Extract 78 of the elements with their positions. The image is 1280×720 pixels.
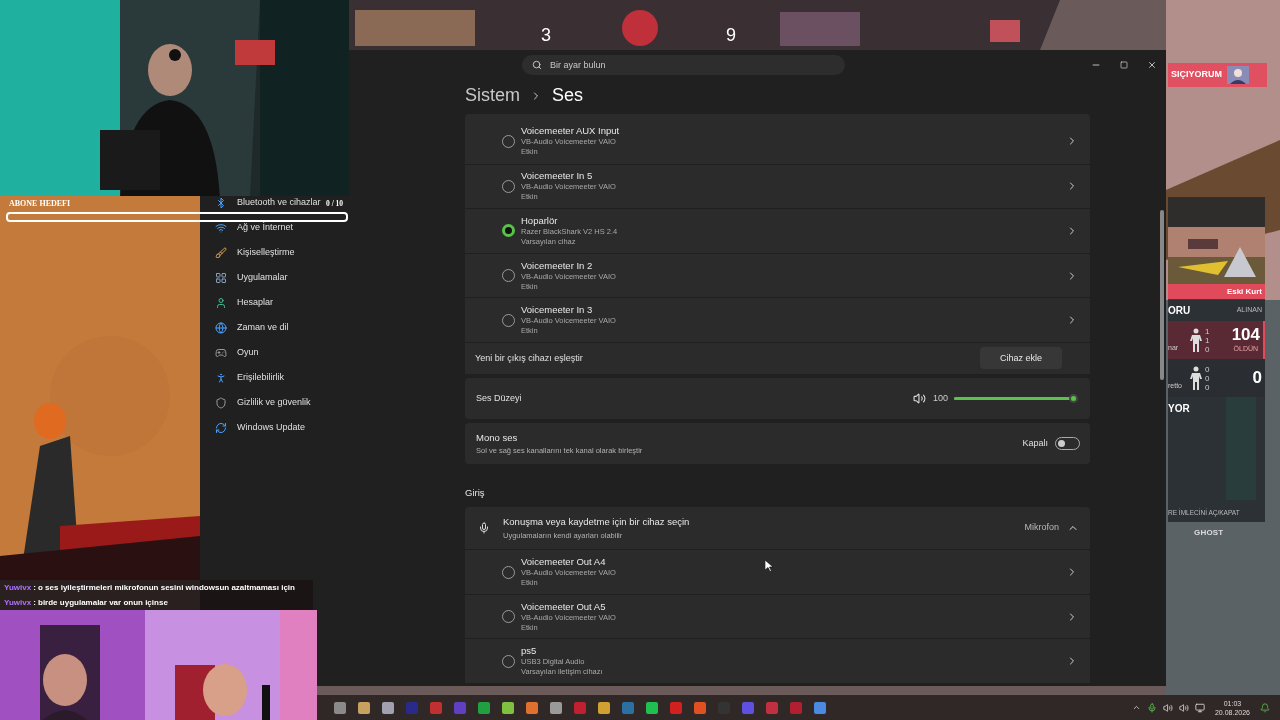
sidebar-item[interactable]: Hesaplar [215,296,274,309]
slider-thumb[interactable] [1069,393,1078,403]
globe-icon [215,321,227,334]
app-icon[interactable] [670,701,682,714]
gamepad-icon [215,346,227,359]
person-icon [215,296,227,309]
refresh-icon [215,421,227,434]
sidebar-item[interactable]: Gizlilik ve güvenlik [215,396,311,409]
device-name: ps5 [521,645,538,658]
volume-slider[interactable] [954,393,1078,404]
display-icon[interactable] [1194,702,1205,713]
maximize-icon [1120,61,1128,69]
speaker-icon [912,391,926,405]
section-heading: Giriş [465,485,486,500]
shield-icon [215,396,227,409]
app-icon[interactable] [478,701,490,714]
sidebar-item[interactable]: Zaman ve dil [215,321,289,334]
scrollbar[interactable] [1160,210,1164,380]
toggle-state-label: Kapalı [1022,436,1048,450]
radio-button[interactable] [502,224,515,238]
app-icon[interactable] [646,701,658,714]
search-icon [532,60,542,70]
app-icon[interactable] [358,701,370,714]
team-score: 9 [726,24,736,47]
app-icon[interactable] [814,701,826,714]
breadcrumb-parent[interactable]: Sistem [465,82,520,109]
brush-icon [215,246,227,259]
accessibility-icon [215,371,227,384]
sidebar-item[interactable]: Bluetooth ve cihazlar [215,196,321,209]
cursor-icon [765,560,773,572]
sidebar-item[interactable]: Ağ ve İnternet [215,221,294,234]
device-name: Voicemeeter AUX Input [521,125,620,138]
app-icon[interactable] [334,701,346,714]
page-title: Ses [552,84,584,107]
device-name: Voicemeeter In 3 [521,304,594,317]
close-icon [1147,60,1157,70]
app-icon[interactable] [382,701,394,714]
chevron-icon[interactable] [1131,703,1141,712]
apps-icon [215,271,227,284]
app-icon[interactable] [502,701,514,714]
volume-label: Ses Düzeyi [476,391,522,405]
setting-title: Mono ses [476,430,519,445]
volume-reading: 100 [932,391,948,405]
sidebar-item[interactable]: Kişiselleştirme [215,246,295,259]
device-name: Hoparlör [521,215,559,227]
chat-message: : o ses iyileştirmeleri mikrofonun sesini windowsun azaltmaması için [33,582,295,594]
wifi-icon [215,221,227,234]
add-device-button[interactable]: Cihaz ekle [980,347,1062,370]
maximize-button[interactable] [1118,59,1130,71]
chat-username: Yuwivx [4,597,32,609]
device-name: Voicemeeter Out A4 [521,556,607,568]
microphone-icon [478,522,490,535]
app-icon[interactable] [550,701,562,714]
sidebar-item[interactable]: Erişilebilirlik [215,371,284,384]
app-icon[interactable] [526,701,538,714]
search-field[interactable]: Bir ayar bulun [522,55,845,75]
device-name: Voicemeeter In 5 [521,170,594,183]
device-name: Voicemeeter Out A5 [521,600,607,613]
speaker-icon[interactable] [1178,702,1189,713]
sidebar-item[interactable]: Oyun [215,346,259,359]
app-icon[interactable] [622,701,634,714]
selected-device-label: Mikrofon [1024,521,1059,535]
sidebar-item[interactable]: Windows Update [215,421,306,434]
pair-device-label: Yeni bir çıkış cihazı eşleştir [475,351,583,365]
app-icon[interactable] [598,701,610,714]
team-score: 3 [541,24,551,47]
bluetooth-icon [215,196,227,209]
sidebar-item[interactable]: Uygulamalar [215,271,288,284]
chat-username: Yuwivx [4,582,32,594]
bell-icon[interactable] [1260,702,1270,713]
device-name: Voicemeeter In 2 [521,259,594,272]
speaker-icon[interactable] [1162,702,1173,713]
microphone-icon[interactable] [1146,702,1157,713]
close-button[interactable] [1146,59,1158,71]
goal-label: ABONE HEDEFI [9,198,71,210]
app-icon[interactable] [694,701,706,714]
setting-title: Konuşma veya kaydetme için bir cihaz seçin [503,515,690,530]
chat-message: : birde uygulamalar var onun içinse [33,597,168,609]
